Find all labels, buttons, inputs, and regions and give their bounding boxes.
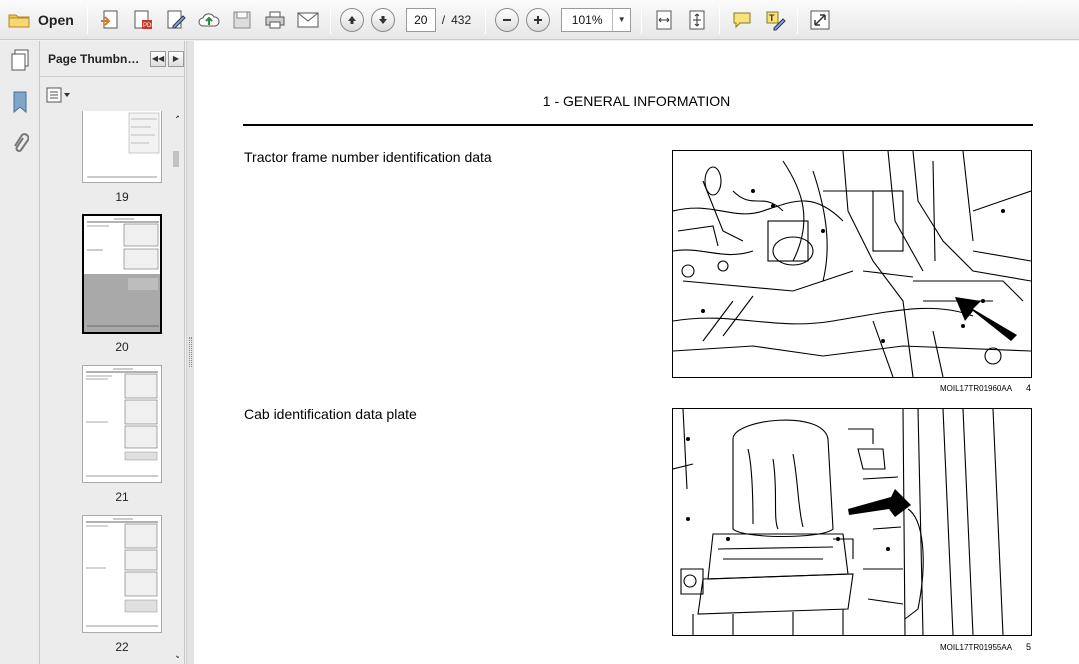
chevron-down-icon[interactable]: ▼ [612,8,630,31]
svg-text:T: T [769,13,775,23]
thumbnail-label: 21 [115,490,129,504]
zoom-in-button[interactable] [524,6,552,34]
export-pdf-icon: PDF [134,10,154,29]
toolbar-separator [86,5,88,34]
figure-caption: Tractor frame number identification data [244,149,492,165]
next-page-button[interactable] [369,6,397,34]
create-pdf-icon [100,10,118,28]
highlight-button[interactable]: T [760,6,790,34]
thumbnail-scrollbar[interactable]: ⌃ ⌄ [171,111,179,664]
thumbnails-title: Page Thumbnails [48,51,140,66]
figure-reference: MOIL17TR01955AA [940,643,1013,652]
previous-page-button[interactable] [338,6,366,34]
thumbnail-label: 20 [115,340,129,354]
cab-plate-figure [672,408,1032,636]
fit-width-button[interactable] [649,6,679,34]
figure-number: 4 [1026,383,1032,393]
fit-width-icon [656,10,672,29]
navigation-rail [0,41,40,664]
zoom-out-icon [495,7,520,32]
svg-text:PDF: PDF [143,23,154,29]
page-up-icon [339,7,364,32]
zoom-out-button[interactable] [493,6,521,34]
zoom-select[interactable]: 101% ▼ [561,7,632,32]
fullscreen-icon [810,10,830,29]
edit-pdf-button[interactable] [161,6,191,34]
fit-page-button[interactable] [682,6,712,34]
create-pdf-button[interactable] [95,6,125,34]
toolbar-separator [797,5,799,34]
figure-number: 5 [1026,642,1032,652]
attachments-panel-button[interactable] [7,131,33,157]
toolbar-separator [485,5,487,34]
comment-button[interactable] [727,6,757,34]
upload-icon [198,12,220,26]
folder-icon [8,14,30,27]
page-number-input[interactable]: 20 [405,7,436,32]
toolbar-separator [641,5,643,34]
thumbnail-page[interactable] [82,365,162,483]
page-separator: / [441,12,446,27]
thumbnail-page[interactable] [82,515,162,633]
thumbnail-page[interactable] [82,111,162,183]
scrollbar-thumb[interactable] [173,151,179,167]
page-total: 432 [451,12,472,27]
thumbnails-header: Page Thumbnails ◀◀ ▶ [40,41,184,77]
save-icon [233,11,251,28]
save-button[interactable] [227,6,257,34]
options-menu-icon [46,87,70,103]
next-panel-button[interactable]: ▶ [168,50,184,67]
splitter-grip[interactable] [189,337,192,367]
upload-button[interactable] [194,6,224,34]
fullscreen-button[interactable] [805,6,835,34]
collapse-panel-button[interactable]: ◀◀ [150,50,166,67]
page-down-icon [370,7,395,32]
email-icon [297,12,319,27]
comment-icon [733,12,751,28]
attachment-icon [14,133,29,152]
title-rule [243,124,1033,126]
highlight-icon: T [766,11,786,30]
fit-page-icon [689,10,705,29]
zoom-in-icon [526,7,551,32]
tractor-frame-figure [672,150,1032,378]
figure-caption: Cab identification data plate [244,406,417,422]
print-icon [265,11,285,28]
scroll-down-icon[interactable]: ⌄ [171,648,179,662]
section-title: 1 - GENERAL INFORMATION [542,93,731,109]
cab-seat-drawing [673,409,1004,635]
toolbar-separator [329,5,331,34]
toolbar: Open PDF 20 / 432 101% ▼ T [0,0,1079,40]
open-button[interactable]: Open [6,6,80,34]
scroll-up-icon[interactable]: ⌃ [171,113,179,127]
bookmarks-panel-button[interactable] [7,89,33,115]
print-button[interactable] [260,6,290,34]
thumbnail-label: 22 [115,640,129,654]
export-pdf-button[interactable]: PDF [128,6,158,34]
thumbnail-page-selected[interactable] [82,214,162,334]
pages-panel-button[interactable] [7,47,33,73]
thumbnail-label: 19 [115,190,129,204]
bookmark-icon [13,91,27,114]
pages-icon [11,49,29,71]
thumbnail-list: 19 20 21 22 ⌃ ⌄ [46,111,179,664]
document-page: 1 - GENERAL INFORMATION Tractor frame nu… [194,41,1079,664]
figure-reference: MOIL17TR01960AA [940,384,1013,393]
toolbar-separator [719,5,721,34]
zoom-value: 101% [571,12,603,27]
panel-splitter[interactable] [186,41,194,664]
thumbnail-options-button[interactable] [46,85,72,105]
arrow-indicator [848,489,911,517]
open-label: Open [38,11,74,28]
tractor-frame-drawing [673,151,1031,377]
edit-icon [167,10,186,28]
thumbnails-panel: Page Thumbnails ◀◀ ▶ 19 20 21 22 ⌃ ⌄ [40,41,185,664]
email-button[interactable] [293,6,323,34]
arrow-indicator [955,297,1017,341]
